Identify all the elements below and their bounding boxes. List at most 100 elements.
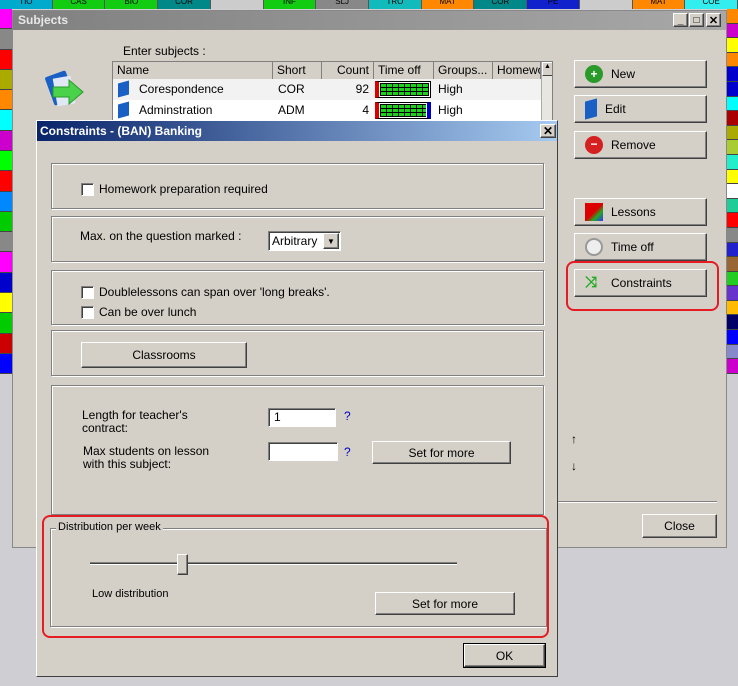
close-x-button[interactable]: ✕ [706,13,721,27]
move-up-button[interactable]: ↑ [571,432,577,446]
timetable-cell [0,333,12,354]
timetable-cell: SLJ [316,0,370,9]
limits-group: Length for teacher's contract: 1 ? Max s… [51,385,544,515]
maximize-button[interactable]: □ [689,13,704,27]
book-icon [585,98,597,120]
timetable-cell [0,252,12,273]
contract-help[interactable]: ? [344,409,351,423]
minimize-button[interactable]: _ [673,13,688,27]
timetable-cell [0,9,12,30]
constraints-title: Constraints - (BAN) Banking [40,124,202,138]
timetable-cell: MAT [632,0,686,9]
over-lunch-label: Can be over lunch [99,305,197,319]
chevron-down-icon[interactable]: ▼ [323,233,339,249]
new-button[interactable]: + New [574,60,707,88]
constraints-titlebar[interactable]: Constraints - (BAN) Banking ✕ [37,121,557,141]
contract-label: Length for teacher's contract: [82,408,188,435]
max-question-group: Max. on the question marked : Arbitrary ▼ [51,216,544,262]
lessons-label: Lessons [611,205,656,219]
dialog-close-x-button[interactable]: ✕ [540,124,556,138]
col-short[interactable]: Short [273,62,322,79]
timetable-cell [727,169,738,185]
subjects-titlebar[interactable]: Subjects _ □ ✕ [13,11,726,30]
checkbox-box[interactable] [81,286,94,300]
timetable-cell [727,315,738,331]
constraints-highlight [566,261,719,311]
timetable-cell: CAS [52,0,106,9]
timetable-cell: TIO [0,0,53,9]
timetable-cell [0,232,12,253]
homework-label: Homework preparation required [99,182,268,196]
classrooms-button[interactable]: Classrooms [81,342,247,368]
row-name: Corespondence [139,82,224,96]
row-groups: High [438,82,463,96]
timetable-cell [727,67,738,82]
lessons-icon [585,203,603,221]
timetable-cell [0,272,12,293]
timetable-cell: INF [263,0,317,9]
set-for-more-button[interactable]: Set for more [372,441,511,464]
timetable-cell [727,96,738,112]
checkbox-box[interactable] [81,183,94,197]
col-count[interactable]: Count [322,62,374,79]
table-row[interactable]: Adminstration ADM 4 High [113,100,541,121]
timetable-cell [727,81,738,97]
timetable-cell [727,344,738,360]
timetable-cell [0,49,12,70]
row-short: COR [278,82,305,96]
timetable-cell [0,90,12,111]
doublelessons-checkbox[interactable]: Doublelessons can span over 'long breaks… [81,285,330,300]
table-row[interactable]: Corespondence COR 92 High [113,79,541,100]
max-students-input[interactable] [268,442,338,461]
enter-subjects-label: Enter subjects : [123,44,206,58]
close-button[interactable]: Close [642,514,717,538]
col-name[interactable]: Name [113,62,273,79]
distribution-highlight [42,515,549,638]
row-groups: High [438,103,463,117]
subjects-icon [43,69,85,111]
timetable-cell: PE [527,0,580,9]
time-off-label: Time off [611,240,654,254]
background-timetable-left [0,9,12,375]
timetable-cell [0,353,12,375]
new-label: New [611,67,636,81]
timetable-cell [579,0,633,9]
edit-button[interactable]: Edit [574,95,707,123]
remove-button[interactable]: − Remove [574,131,707,159]
set-for-more-label: Set for more [408,445,475,460]
table-scrollbar[interactable]: ▲ [541,62,552,122]
checkbox-box[interactable] [81,306,94,320]
doublelessons-group: Doublelessons can span over 'long breaks… [51,270,544,325]
timetable-cell [0,171,12,192]
timetable-cell [0,150,12,172]
homework-group: Homework preparation required [51,163,544,209]
time-off-button[interactable]: Time off [574,233,707,261]
time-off-grid [375,102,431,119]
time-off-grid [375,81,431,98]
timetable-cell: COE [685,0,738,9]
move-down-button[interactable]: ↓ [571,459,577,473]
timetable-cell [727,286,738,301]
timetable-cell [0,110,12,131]
timetable-cell [727,271,738,287]
ok-button[interactable]: OK [463,643,546,668]
classrooms-group: Classrooms [51,330,544,376]
select-value: Arbitrary [272,234,318,248]
max-question-select[interactable]: Arbitrary ▼ [268,231,341,251]
lessons-button[interactable]: Lessons [574,198,707,226]
homework-checkbox[interactable]: Homework preparation required [81,182,268,197]
timetable-cell [727,257,738,272]
classrooms-label: Classrooms [132,348,196,362]
timetable-cell [727,9,738,24]
contract-input[interactable]: 1 [268,408,336,427]
background-timetable-strip: TIO CAS BIO COR INF SLJ TRO MAT COR PE MAT COE [0,0,738,9]
timetable-cell [0,130,12,151]
timetable-cell [727,125,738,141]
col-groups[interactable]: Groups... [434,62,493,79]
col-homework[interactable]: Homewor [493,62,541,79]
max-students-help[interactable]: ? [344,445,351,459]
timetable-cell: COR [474,0,528,9]
constraints-dialog: Constraints - (BAN) Banking ✕ Homework p… [36,120,558,677]
over-lunch-checkbox[interactable]: Can be over lunch [81,305,197,320]
col-time-off[interactable]: Time off [374,62,434,79]
